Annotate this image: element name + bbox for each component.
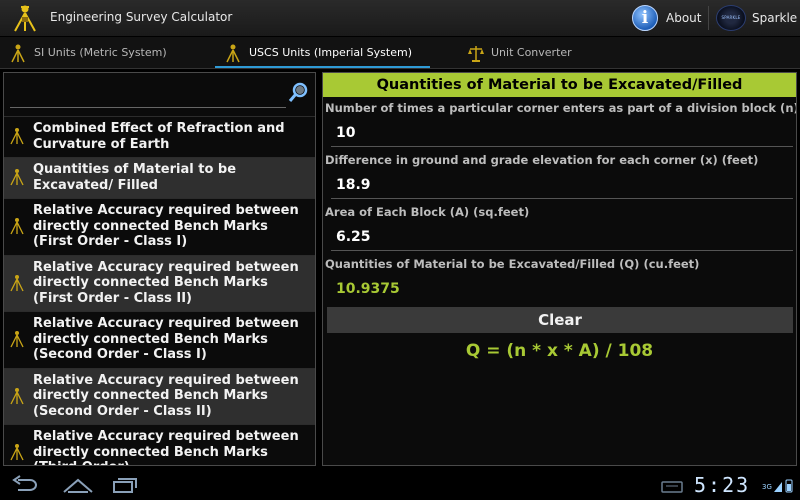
status-clock[interactable]: 5:23 [694, 473, 750, 497]
block-area-input[interactable] [331, 223, 793, 251]
formula-text: Q = (n * x * A) / 108 [465, 341, 654, 361]
list-item-label: Relative Accuracy required between direc… [33, 259, 299, 306]
info-icon: i [632, 5, 658, 31]
surveyor-icon [226, 44, 240, 63]
result-value: 10.9375 [336, 281, 400, 297]
list-item-label: Relative Accuracy required between direc… [33, 372, 299, 419]
recent-apps-icon[interactable] [104, 474, 144, 496]
list-item[interactable]: Relative Accuracy required between direc… [4, 311, 315, 368]
elevation-difference-input[interactable] [331, 171, 793, 199]
surveyor-icon [10, 128, 24, 145]
surveyor-icon [10, 444, 24, 461]
tab-bar-divider [0, 68, 800, 69]
list-item-label: Combined Effect of Refraction and Curvat… [33, 121, 285, 152]
sparkle-label[interactable]: Sparkle [752, 11, 797, 25]
field-label-n: Number of times a particular corner ente… [325, 101, 797, 115]
tab-si-units[interactable]: SI Units (Metric System) [0, 37, 215, 69]
list-item[interactable]: Relative Accuracy required between direc… [4, 424, 315, 465]
system-navigation-bar: 5:23 3G [0, 470, 800, 500]
corner-count-input[interactable] [331, 119, 793, 147]
sparkle-logo[interactable]: SPARKLE [716, 5, 746, 31]
tab-uscs-units[interactable]: USCS Units (Imperial System) [215, 37, 430, 69]
list-item-label: Relative Accuracy required between direc… [33, 316, 299, 362]
tab-label: USCS Units (Imperial System) [249, 46, 412, 59]
back-icon[interactable] [6, 474, 46, 496]
clear-button[interactable]: Clear [327, 307, 793, 333]
field-label-x: Difference in ground and grade elevation… [325, 153, 759, 167]
action-bar-divider [708, 6, 709, 30]
tab-label: SI Units (Metric System) [34, 46, 167, 59]
calculation-list: Combined Effect of Refraction and Curvat… [4, 116, 315, 465]
surveyor-icon [10, 218, 24, 235]
form-title: Quantities of Material to be Excavated/F… [323, 73, 796, 97]
tab-bar: SI Units (Metric System) USCS Units (Imp… [0, 37, 800, 69]
list-item-label: Relative Accuracy required between direc… [33, 429, 299, 465]
calculator-form-panel: Quantities of Material to be Excavated/F… [322, 72, 797, 466]
balance-scale-icon [468, 46, 484, 62]
field-label-area: Area of Each Block (A) (sq.feet) [325, 205, 530, 219]
surveyor-icon [11, 44, 25, 63]
surveyor-icon [14, 5, 36, 32]
about-label: About [666, 11, 702, 25]
list-item[interactable]: Relative Accuracy required between direc… [4, 254, 315, 311]
calculation-list-panel: Combined Effect of Refraction and Curvat… [3, 72, 316, 466]
action-bar: Engineering Survey Calculator i About SP… [0, 0, 800, 36]
search-input[interactable] [10, 79, 286, 108]
result-label: Quantities of Material to be Excavated/F… [325, 257, 700, 271]
network-battery-icon[interactable]: 3G [762, 476, 796, 494]
list-item[interactable]: Relative Accuracy required between direc… [4, 367, 315, 424]
home-icon[interactable] [58, 474, 98, 496]
surveyor-icon [10, 169, 24, 186]
search-icon[interactable] [288, 81, 310, 103]
surveyor-icon [10, 331, 24, 348]
list-item-selected[interactable]: Quantities of Material to be Excavated/ … [4, 157, 315, 198]
app-title: Engineering Survey Calculator [50, 10, 233, 24]
list-item[interactable]: Combined Effect of Refraction and Curvat… [4, 116, 315, 157]
keyboard-icon[interactable] [660, 474, 686, 496]
list-item-label: Quantities of Material to be Excavated/ … [33, 162, 237, 193]
surveyor-icon [10, 387, 24, 404]
tab-unit-converter[interactable]: Unit Converter [430, 37, 645, 69]
tab-label: Unit Converter [491, 46, 572, 59]
surveyor-icon [10, 274, 24, 291]
list-item-label: Relative Accuracy required between direc… [33, 203, 299, 249]
list-item[interactable]: Relative Accuracy required between direc… [4, 198, 315, 255]
sparkle-logo-text: SPARKLE [721, 15, 741, 20]
network-type-label: 3G [762, 483, 772, 491]
